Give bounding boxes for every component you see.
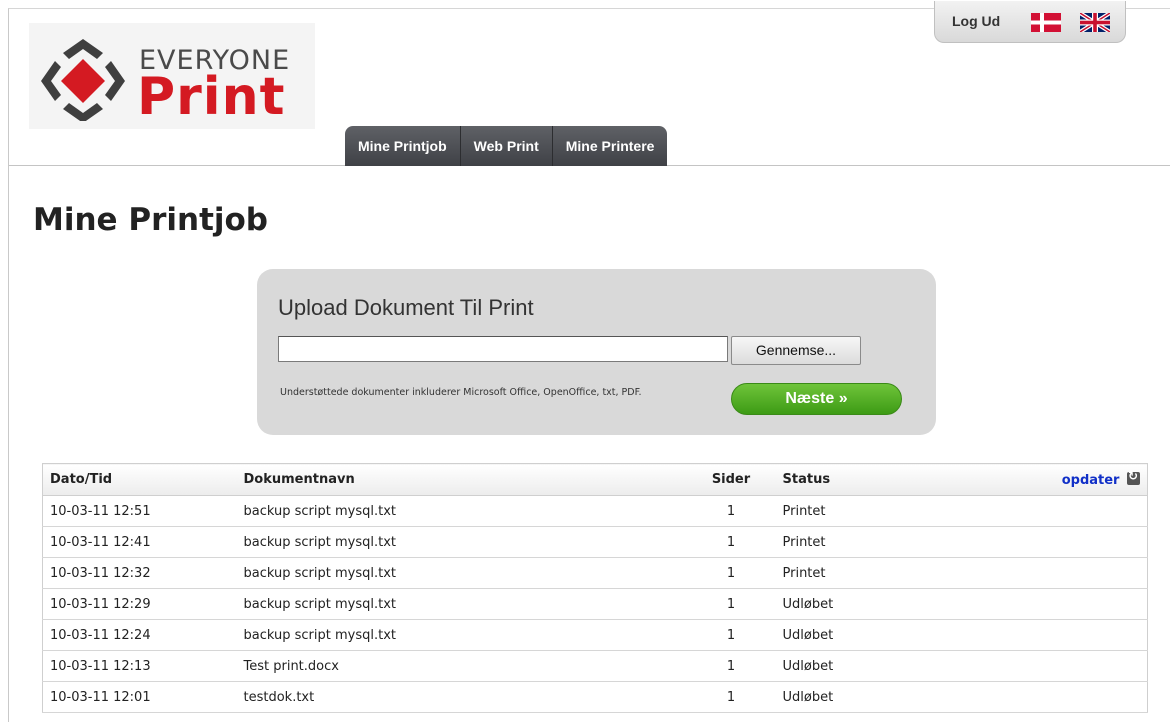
logout-link[interactable]: Log Ud bbox=[952, 13, 1000, 29]
table-row[interactable]: 10-03-11 12:24 backup script mysql.txt 1… bbox=[42, 619, 1148, 651]
cell-empty bbox=[995, 681, 1148, 713]
cell-pages: 1 bbox=[686, 650, 776, 682]
table-header-row: Dato/Tid Dokumentnavn Sider Status opdat… bbox=[42, 463, 1148, 496]
top-user-bar: Log Ud bbox=[934, 1, 1126, 43]
table-row[interactable]: 10-03-11 12:29 backup script mysql.txt 1… bbox=[42, 588, 1148, 620]
nav-tab-mine-printere[interactable]: Mine Printere bbox=[553, 126, 668, 166]
logo-text-print: Print bbox=[137, 67, 286, 127]
table-row[interactable]: 10-03-11 12:32 backup script mysql.txt 1… bbox=[42, 557, 1148, 589]
table-row[interactable]: 10-03-11 12:13 Test print.docx 1 Udløbet bbox=[42, 650, 1148, 682]
cell-empty bbox=[995, 557, 1148, 589]
cell-pages: 1 bbox=[686, 526, 776, 558]
cell-date: 10-03-11 12:32 bbox=[42, 557, 237, 589]
print-jobs-table: Dato/Tid Dokumentnavn Sider Status opdat… bbox=[42, 463, 1148, 713]
column-header-status: Status bbox=[775, 463, 996, 496]
cell-pages: 1 bbox=[686, 619, 776, 651]
column-header-document: Dokumentnavn bbox=[236, 463, 687, 496]
nav-tab-mine-printjob[interactable]: Mine Printjob bbox=[345, 126, 461, 166]
danish-flag-icon[interactable] bbox=[1031, 13, 1061, 32]
cell-empty bbox=[995, 588, 1148, 620]
cell-date: 10-03-11 12:01 bbox=[42, 681, 237, 713]
cell-pages: 1 bbox=[686, 681, 776, 713]
cell-document: testdok.txt bbox=[236, 681, 687, 713]
everyone-print-logo-icon bbox=[41, 39, 125, 121]
table-row[interactable]: 10-03-11 12:41 backup script mysql.txt 1… bbox=[42, 526, 1148, 558]
cell-empty bbox=[995, 526, 1148, 558]
cell-status: Printet bbox=[775, 495, 996, 527]
cell-document: backup script mysql.txt bbox=[236, 526, 687, 558]
cell-status: Udløbet bbox=[775, 588, 996, 620]
column-header-date: Dato/Tid bbox=[42, 463, 237, 496]
cell-empty bbox=[995, 619, 1148, 651]
upload-title: Upload Dokument Til Print bbox=[278, 295, 534, 320]
cell-date: 10-03-11 12:29 bbox=[42, 588, 237, 620]
uk-flag-icon[interactable] bbox=[1080, 13, 1110, 32]
refresh-link[interactable]: opdater bbox=[1062, 473, 1120, 488]
cell-status: Printet bbox=[775, 526, 996, 558]
browse-button[interactable]: Gennemse... bbox=[731, 336, 861, 365]
cell-document: Test print.docx bbox=[236, 650, 687, 682]
header: EVERYONE Print Log Ud Mine Printjob Web … bbox=[9, 1, 1170, 166]
column-header-pages: Sider bbox=[686, 463, 776, 496]
cell-empty bbox=[995, 650, 1148, 682]
cell-status: Printet bbox=[775, 557, 996, 589]
supported-formats-text: Understøttede dokumenter inkluderer Micr… bbox=[280, 387, 642, 398]
upload-panel: Upload Dokument Til Print Gennemse... Un… bbox=[257, 269, 936, 435]
main-nav: Mine Printjob Web Print Mine Printere bbox=[345, 126, 668, 166]
cell-status: Udløbet bbox=[775, 650, 996, 682]
cell-date: 10-03-11 12:13 bbox=[42, 650, 237, 682]
cell-document: backup script mysql.txt bbox=[236, 557, 687, 589]
refresh-icon[interactable] bbox=[1127, 469, 1140, 485]
cell-pages: 1 bbox=[686, 495, 776, 527]
next-button[interactable]: Næste » bbox=[731, 383, 902, 415]
table-row[interactable]: 10-03-11 12:01 testdok.txt 1 Udløbet bbox=[42, 681, 1148, 713]
page-frame: EVERYONE Print Log Ud Mine Printjob Web … bbox=[8, 1, 1170, 722]
cell-pages: 1 bbox=[686, 557, 776, 589]
cell-empty bbox=[995, 495, 1148, 527]
nav-tab-web-print[interactable]: Web Print bbox=[461, 126, 553, 166]
logo: EVERYONE Print bbox=[29, 23, 315, 129]
cell-status: Udløbet bbox=[775, 681, 996, 713]
cell-status: Udløbet bbox=[775, 619, 996, 651]
cell-document: backup script mysql.txt bbox=[236, 619, 687, 651]
table-row[interactable]: 10-03-11 12:51 backup script mysql.txt 1… bbox=[42, 495, 1148, 527]
cell-document: backup script mysql.txt bbox=[236, 588, 687, 620]
page-title: Mine Printjob bbox=[33, 202, 268, 238]
cell-date: 10-03-11 12:41 bbox=[42, 526, 237, 558]
cell-pages: 1 bbox=[686, 588, 776, 620]
refresh-cell: opdater bbox=[995, 463, 1148, 496]
file-path-input[interactable] bbox=[278, 336, 728, 362]
cell-date: 10-03-11 12:24 bbox=[42, 619, 237, 651]
cell-document: backup script mysql.txt bbox=[236, 495, 687, 527]
cell-date: 10-03-11 12:51 bbox=[42, 495, 237, 527]
